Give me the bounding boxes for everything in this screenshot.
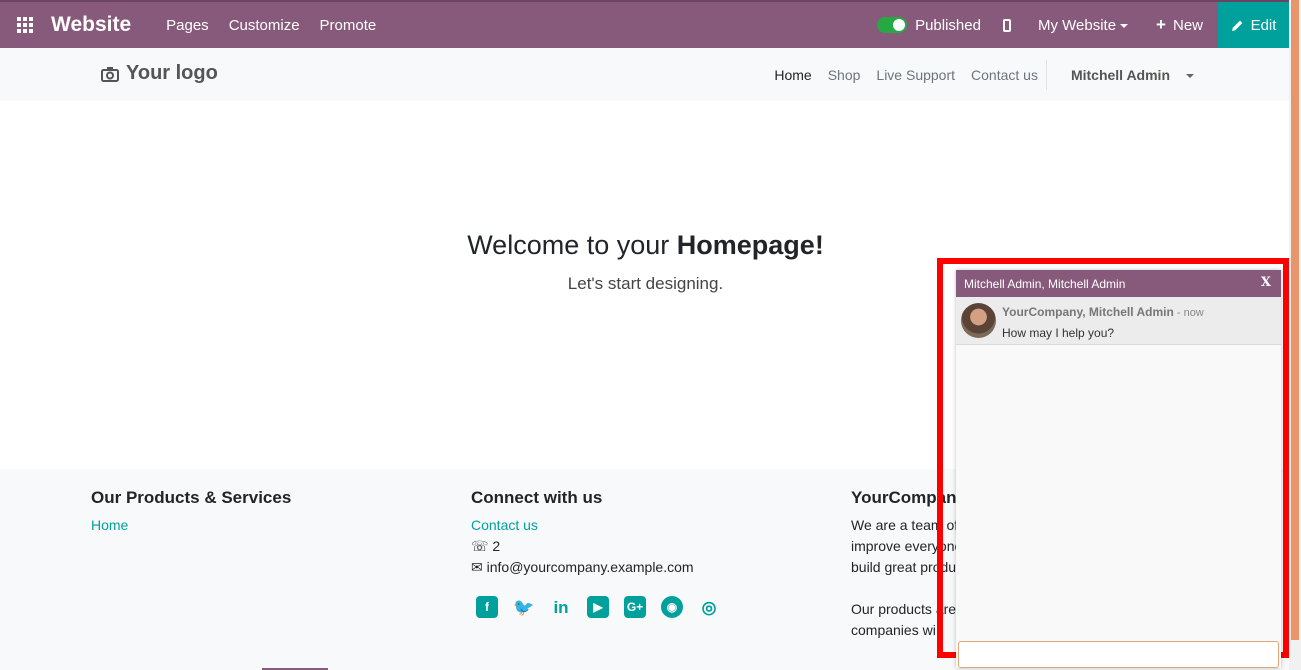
footer-email-address: info@yourcompany.example.com <box>486 559 694 575</box>
nav-divider <box>1045 59 1047 90</box>
nav-live-support[interactable]: Live Support <box>876 67 955 83</box>
footer-phone: ☏ 2 <box>471 536 720 557</box>
linkedin-icon[interactable]: in <box>550 596 572 618</box>
footer-products-heading: Our Products & Services <box>91 488 292 507</box>
close-icon[interactable]: X <box>1261 275 1271 290</box>
my-website-dropdown[interactable]: My Website <box>1037 16 1129 34</box>
hero-title: Welcome to your Homepage! <box>0 230 1291 261</box>
google-plus-icon[interactable]: G+ <box>624 596 646 618</box>
avatar <box>961 303 996 338</box>
chat-message: YourCompany, Mitchell Admin - now How ma… <box>956 297 1281 345</box>
message-time: - now <box>1173 307 1204 319</box>
site-header: Your logo Home Shop Live Support Contact… <box>0 48 1289 101</box>
mobile-preview-icon[interactable] <box>1002 18 1011 32</box>
edit-label: Edit <box>1250 16 1277 34</box>
nav-home[interactable]: Home <box>774 67 811 83</box>
published-label[interactable]: Published <box>915 17 981 34</box>
app-title: Website <box>51 13 132 36</box>
footer-phone-number: 2 <box>492 538 501 554</box>
nav-contact-us[interactable]: Contact us <box>971 67 1038 83</box>
apps-grid-icon[interactable] <box>17 17 33 33</box>
plus-icon: + <box>1156 15 1166 34</box>
social-links: f 🐦 in ▶ G+ ◉ ◎ <box>476 596 720 618</box>
topbar-right: Published My Website + New Edit <box>877 2 1289 48</box>
chat-message-input[interactable] <box>959 642 1278 667</box>
caret-down-icon <box>1186 73 1194 78</box>
user-menu[interactable]: Mitchell Admin <box>1055 67 1194 83</box>
chat-header[interactable]: Mitchell Admin, Mitchell Admin X <box>956 270 1281 297</box>
nav-shop[interactable]: Shop <box>828 67 861 83</box>
envelope-icon: ✉ <box>471 559 483 575</box>
footer-products: Our Products & Services Home <box>91 487 291 536</box>
pencil-icon <box>1231 20 1242 31</box>
instagram-icon[interactable]: ◎ <box>698 596 720 618</box>
chat-input-box <box>958 641 1279 668</box>
youtube-icon[interactable]: ▶ <box>587 596 609 618</box>
livechat-window: Mitchell Admin, Mitchell Admin X YourCom… <box>956 270 1281 668</box>
message-author: YourCompany, Mitchell Admin - now <box>1002 305 1204 319</box>
scrollbar-thumb[interactable] <box>1291 0 1299 640</box>
menu-pages[interactable]: Pages <box>166 17 209 34</box>
message-author-name: YourCompany, Mitchell Admin <box>1002 305 1174 319</box>
published-toggle[interactable] <box>877 17 908 33</box>
footer-connect-heading: Connect with us <box>471 488 603 507</box>
footer-email: ✉ info@yourcompany.example.com <box>471 557 720 578</box>
site-logo[interactable]: Your logo <box>101 62 218 85</box>
top-menu: Pages Customize Promote <box>166 17 376 34</box>
caret-down-icon <box>1120 23 1129 28</box>
admin-topbar: Website Pages Customize Promote Publishe… <box>0 0 1289 48</box>
page-scrollbar[interactable] <box>1289 0 1301 670</box>
new-label: New <box>1172 16 1203 34</box>
facebook-icon[interactable]: f <box>476 596 498 618</box>
chat-title: Mitchell Admin, Mitchell Admin <box>964 276 1126 291</box>
camera-icon <box>101 66 119 82</box>
menu-customize[interactable]: Customize <box>229 17 300 34</box>
github-icon[interactable]: ◉ <box>661 596 683 618</box>
hero-title-prefix: Welcome to your <box>467 230 677 260</box>
phone-icon: ☏ <box>471 538 489 554</box>
logo-text: Your logo <box>126 62 218 84</box>
edit-button[interactable]: Edit <box>1218 2 1289 48</box>
message-text: How may I help you? <box>1002 326 1115 340</box>
site-nav: Home Shop Live Support Contact us Mitche… <box>758 48 1194 101</box>
footer-contact-link[interactable]: Contact us <box>471 515 720 536</box>
twitter-icon[interactable]: 🐦 <box>513 596 535 618</box>
hero-title-bold: Homepage! <box>676 230 824 260</box>
user-name: Mitchell Admin <box>1070 66 1170 83</box>
menu-promote[interactable]: Promote <box>320 17 377 34</box>
new-button[interactable]: + New <box>1156 15 1203 35</box>
footer-home-link[interactable]: Home <box>91 515 291 536</box>
my-website-label: My Website <box>1037 16 1117 34</box>
footer-connect: Connect with us Contact us ☏ 2 ✉ info@yo… <box>471 487 720 618</box>
